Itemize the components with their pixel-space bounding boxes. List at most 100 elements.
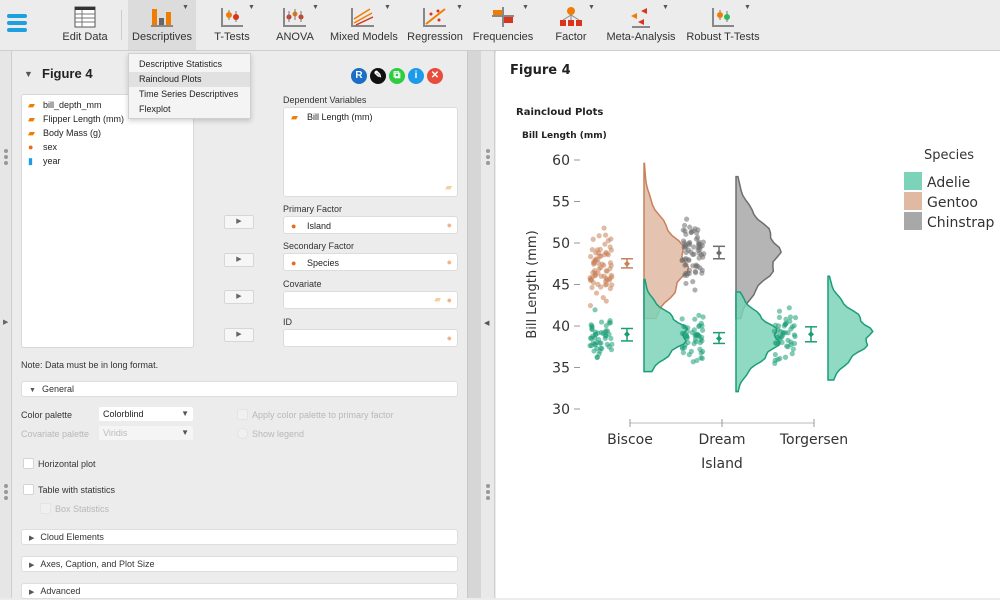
dependent-variables-label: Dependent Variables <box>283 95 367 105</box>
robust-t-tests-button[interactable]: ▼ Robust T-Tests <box>686 0 760 50</box>
menu-item-flexplot[interactable]: Flexplot <box>129 102 250 117</box>
move-to-secondary-factor-button[interactable]: ▶ <box>224 253 254 267</box>
frequencies-label: Frequencies <box>472 31 534 43</box>
robust-ttest-icon <box>712 8 734 27</box>
apply-palette-checkbox[interactable] <box>237 409 248 420</box>
y-axis-label: Bill Length (mm) <box>525 230 540 338</box>
move-to-id-button[interactable]: ▶ <box>224 328 254 342</box>
data-panel-collapsed-strip[interactable]: ▶ <box>0 51 12 598</box>
chevron-down-icon: ▼ <box>522 4 529 11</box>
data-point <box>593 290 600 296</box>
data-point <box>679 257 685 263</box>
data-point <box>696 333 702 339</box>
primary-factor-box[interactable]: ● Island ● <box>283 216 458 234</box>
menu-item-descriptive-statistics[interactable]: Descriptive Statistics <box>129 57 250 72</box>
info-icon[interactable]: i <box>408 68 424 84</box>
factor-button[interactable]: ▼ Factor <box>546 0 596 50</box>
mean-marker <box>624 260 630 267</box>
color-palette-select[interactable]: Colorblind ▼ <box>99 407 193 421</box>
table-statistics-checkbox[interactable] <box>23 484 34 495</box>
covariate-palette-select[interactable]: Viridis ▼ <box>99 426 193 440</box>
long-format-note: Note: Data must be in long format. <box>21 360 159 370</box>
edit-pencil-icon[interactable]: ✎ <box>370 68 386 84</box>
collapsed-caret-icon: ▶ <box>29 589 35 596</box>
drag-handle-icon[interactable] <box>4 149 9 167</box>
close-icon[interactable]: ✕ <box>427 68 443 84</box>
dependent-variables-box[interactable]: ▰ Bill Length (mm) ▰ <box>283 107 458 197</box>
secondary-factor-item[interactable]: ● Species <box>291 258 339 268</box>
general-section-title: General <box>41 384 74 394</box>
horizontal-plot-checkbox[interactable] <box>23 458 34 469</box>
panel-splitter[interactable]: ◀ <box>481 51 495 598</box>
data-point <box>772 351 778 358</box>
descriptives-button[interactable]: ▼ Descriptives <box>128 0 196 50</box>
x-tick-label: Torgersen <box>779 432 848 448</box>
cloud-elements-title: Cloud Elements <box>40 532 104 542</box>
covariate-box[interactable]: ▰ ● <box>283 291 458 309</box>
variable-item[interactable]: ▰ Flipper Length (mm) <box>28 114 124 125</box>
collapse-arrow-icon[interactable]: ◀ <box>484 319 489 327</box>
available-variables-list[interactable]: ▰ bill_depth_mm ▰ Flipper Length (mm) ▰ Bod… <box>21 94 194 348</box>
data-point <box>589 247 595 253</box>
dependent-variable-item[interactable]: ▰ Bill Length (mm) <box>291 112 373 123</box>
menu-item-raincloud-plots[interactable]: Raincloud Plots <box>129 72 250 87</box>
drag-handle-icon[interactable] <box>486 484 491 502</box>
legend-label: Chinstrap <box>927 215 995 231</box>
variable-item[interactable]: ▰ bill_depth_mm <box>28 100 102 111</box>
analysis-actions: R ✎ ⧉ i ✕ <box>351 65 446 84</box>
axes-section-header[interactable]: ▶ Axes, Caption, and Plot Size <box>21 556 458 572</box>
id-box[interactable]: ● <box>283 329 458 347</box>
data-point <box>603 298 609 304</box>
expand-arrow-icon[interactable]: ▶ <box>3 318 8 326</box>
menu-item-time-series-descriptives[interactable]: Time Series Descriptives <box>129 87 250 102</box>
y-tick-label: 60 <box>552 153 570 169</box>
frequencies-icon <box>492 7 514 27</box>
frequencies-button[interactable]: ▼ Frequencies <box>472 0 534 50</box>
hamburger-menu-icon[interactable] <box>7 14 27 34</box>
anova-icon <box>283 8 306 27</box>
data-point <box>694 263 701 269</box>
collapse-caret-icon[interactable]: ▼ <box>24 69 33 79</box>
secondary-factor-box[interactable]: ● Species ● <box>283 253 458 271</box>
axes-section-title: Axes, Caption, and Plot Size <box>40 559 155 569</box>
primary-factor-item[interactable]: ● Island <box>291 221 331 231</box>
anova-button[interactable]: ▼ ANOVA <box>268 0 322 50</box>
show-legend-checkbox[interactable] <box>237 428 248 439</box>
chevron-down-icon: ▼ <box>248 4 255 11</box>
box-statistics-checkbox[interactable] <box>40 503 51 514</box>
data-point <box>687 224 693 230</box>
advanced-section-header[interactable]: ▶ Advanced <box>21 583 458 599</box>
t-tests-button[interactable]: ▼ T-Tests <box>204 0 260 50</box>
data-point <box>598 273 604 279</box>
move-to-covariate-button[interactable]: ▶ <box>224 290 254 304</box>
r-syntax-icon[interactable]: R <box>351 68 367 84</box>
bar-chart-icon <box>151 9 173 27</box>
drag-handle-icon[interactable] <box>486 149 491 167</box>
drag-handle-icon[interactable] <box>4 484 9 502</box>
general-section-header[interactable]: ▼ General <box>21 381 458 397</box>
data-point <box>789 324 795 330</box>
ribbon-toolbar: Edit Data ▼ Descriptives ▼ T-Tests ▼ ANO… <box>0 0 1000 51</box>
regression-button[interactable]: ▼ Regression <box>404 0 466 50</box>
edit-data-button[interactable]: Edit Data <box>56 0 114 50</box>
data-point <box>590 259 597 265</box>
variable-item[interactable]: ▰ Body Mass (g) <box>28 128 101 139</box>
legend-swatch <box>904 172 922 190</box>
data-point <box>776 308 783 314</box>
covariate-palette-value: Viridis <box>103 428 128 438</box>
variable-item[interactable]: ▮ year <box>28 156 61 167</box>
cloud-elements-section-header[interactable]: ▶ Cloud Elements <box>21 529 458 545</box>
duplicate-icon[interactable]: ⧉ <box>389 68 405 84</box>
options-scrollbar[interactable] <box>467 51 481 598</box>
collapsed-caret-icon: ▶ <box>29 562 35 569</box>
mixed-models-button[interactable]: ▼ Mixed Models <box>330 0 398 50</box>
meta-analysis-button[interactable]: ▼ Meta-Analysis <box>606 0 676 50</box>
variable-item[interactable]: ● sex <box>28 142 57 152</box>
data-point <box>772 340 778 346</box>
move-to-primary-factor-button[interactable]: ▶ <box>224 215 254 229</box>
analysis-title[interactable]: Figure 4 <box>42 66 93 81</box>
data-point <box>598 284 604 290</box>
color-palette-label: Color palette <box>21 410 73 420</box>
data-point <box>607 244 613 250</box>
data-point <box>696 323 702 330</box>
